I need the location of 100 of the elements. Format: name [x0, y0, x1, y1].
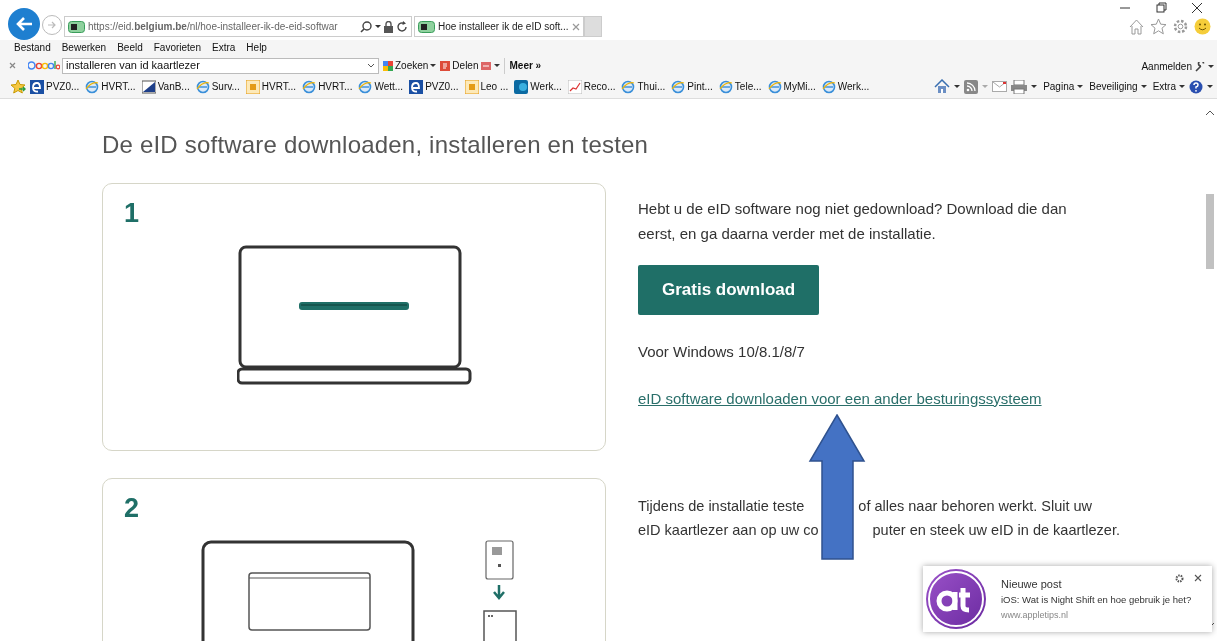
page-icon: [85, 79, 100, 94]
arrow-left-icon: [15, 16, 33, 32]
refresh-icon[interactable]: [396, 20, 408, 33]
favorite-link[interactable]: Reco...: [567, 79, 616, 94]
notification-source: www.appletips.nl: [1001, 608, 1069, 622]
site-icon: [68, 20, 85, 33]
restore-icon[interactable]: [1155, 2, 1167, 14]
favorite-link[interactable]: PVZ0...: [30, 79, 80, 94]
favorite-link[interactable]: MyMi...: [767, 79, 816, 94]
google-logo-icon: [28, 60, 60, 71]
page-heading: De eID software downloaden, installeren en testen: [102, 130, 650, 160]
favorite-link[interactable]: Werk...: [821, 79, 870, 94]
caret-icon: [493, 64, 500, 67]
page-icon: [718, 79, 733, 94]
alternative-download-link[interactable]: eID software downloaden voor een ander besturingssysteem: [638, 387, 1042, 410]
menu-item[interactable]: Beeld: [117, 43, 143, 53]
close-icon[interactable]: [1191, 2, 1203, 14]
notification-toast[interactable]: Nieuwe post iOS: Wat is Night Shift en hoe gebruik je het? www.appletips.nl: [923, 566, 1212, 632]
favorite-link[interactable]: Tele...: [718, 79, 762, 94]
step-number: 1: [124, 200, 140, 227]
page-icon: [409, 79, 424, 94]
favorites-star-icon[interactable]: [10, 79, 26, 94]
favorite-link[interactable]: PVZ0...: [409, 79, 459, 94]
caret-icon[interactable]: [1207, 85, 1213, 88]
back-button[interactable]: [8, 8, 40, 40]
caret-icon: [1077, 85, 1084, 88]
lock-icon: [384, 20, 393, 33]
menu-item[interactable]: Bewerken: [61, 43, 107, 53]
printer-icon[interactable]: [1011, 79, 1028, 94]
arrow-right-icon: [47, 20, 57, 30]
notification-title: Nieuwe post: [1001, 576, 1062, 592]
wrench-icon[interactable]: [1195, 61, 1205, 72]
step-number: 2: [124, 495, 140, 522]
menu-item[interactable]: Favorieten: [153, 43, 201, 53]
caret-icon: [1140, 85, 1147, 88]
close-icon[interactable]: [1194, 574, 1202, 583]
page-icon: [358, 79, 373, 94]
page-icon: [30, 79, 44, 94]
toolbar-icon: [440, 60, 451, 71]
page-icon: [821, 79, 836, 94]
page-icon: [464, 79, 479, 94]
favorite-link[interactable]: Thui...: [621, 79, 666, 94]
favorite-link[interactable]: Surv...: [195, 79, 240, 94]
caret-icon[interactable]: [1031, 85, 1038, 88]
menu-item[interactable]: Extra: [212, 43, 236, 53]
text-fragment: of alles naar behoren werkt. Sluit uw: [858, 497, 1093, 516]
command-menu[interactable]: Pagina: [1043, 79, 1084, 94]
download-button[interactable]: Gratis download: [638, 265, 820, 315]
favorite-link[interactable]: Leo ...: [464, 79, 509, 94]
caret-icon: [1179, 85, 1185, 88]
menu-item[interactable]: Bestand: [14, 43, 51, 53]
toolbar-button[interactable]: Meer »: [503, 57, 542, 74]
site-icon: [418, 20, 435, 33]
page-icon: [514, 79, 529, 94]
command-menu[interactable]: Extra: [1152, 79, 1185, 94]
caret-icon[interactable]: [375, 25, 381, 28]
sign-in-link[interactable]: Aanmelden: [1141, 59, 1192, 74]
text-fragment: Tijdens de installatie teste: [638, 497, 805, 516]
page-icon: [767, 79, 782, 94]
toolbar-button[interactable]: Delen: [440, 57, 500, 74]
page-icon: [141, 79, 156, 94]
caret-icon[interactable]: [954, 85, 961, 88]
mail-icon[interactable]: [992, 81, 1008, 92]
favorite-link[interactable]: HVRT...: [245, 79, 297, 94]
smiley-icon[interactable]: [1194, 18, 1211, 35]
command-menu[interactable]: Beveiliging: [1089, 79, 1147, 94]
caret-icon[interactable]: [1208, 65, 1214, 68]
caret-icon: [430, 64, 437, 67]
toolbar-button[interactable]: Zoeken: [383, 57, 437, 74]
app-logo-icon: [925, 568, 987, 630]
search-icon[interactable]: [360, 20, 372, 33]
favorite-link[interactable]: Werk...: [514, 79, 562, 94]
page-icon: [567, 79, 582, 94]
step-description: Hebt u de eID software nog niet gedownload? Download die dan eerst, en ga daarna verder met de installatie.: [638, 199, 1068, 244]
page-icon: [245, 79, 260, 94]
address-bar[interactable]: https://eid.belgium.be/nl/hoe-installeer-ik-de-eid-softwar: [64, 16, 412, 37]
page-icon: [621, 79, 636, 94]
toolbar-icon: [383, 60, 393, 71]
notification-message: iOS: Wat is Night Shift en hoe gebruik je het?: [1001, 593, 1192, 608]
chevron-down-icon: [367, 63, 375, 68]
google-search-field[interactable]: installeren van id kaartlezer: [62, 57, 379, 74]
browser-tab[interactable]: Hoe installeer ik de eID soft...: [414, 16, 584, 37]
favorite-link[interactable]: VanB...: [141, 79, 190, 94]
settings-icon[interactable]: [1175, 574, 1184, 583]
share-icon: [480, 60, 492, 71]
page-icon: [671, 79, 686, 94]
page-icon: [302, 79, 317, 94]
help-icon[interactable]: [1189, 79, 1203, 94]
favorite-link[interactable]: HVRT...: [85, 79, 136, 94]
home-icon[interactable]: [934, 79, 951, 94]
favorite-link[interactable]: Pint...: [671, 79, 713, 94]
star-icon[interactable]: [1150, 18, 1167, 35]
text-fragment: eID kaartlezer aan op uw co: [638, 521, 819, 540]
favorite-link[interactable]: Wett...: [358, 79, 404, 94]
menu-item[interactable]: Help: [246, 43, 267, 53]
url-text: https://eid.belgium.be/nl/hoe-installeer-ik-de-eid-softwar: [88, 20, 338, 34]
text-fragment: puter en steek uw eID in de kaartlezer.: [872, 521, 1120, 540]
page-icon: [195, 79, 210, 94]
system-requirements: Voor Windows 10/8.1/8/7: [638, 342, 805, 362]
favorite-link[interactable]: HVRT...: [302, 79, 353, 94]
